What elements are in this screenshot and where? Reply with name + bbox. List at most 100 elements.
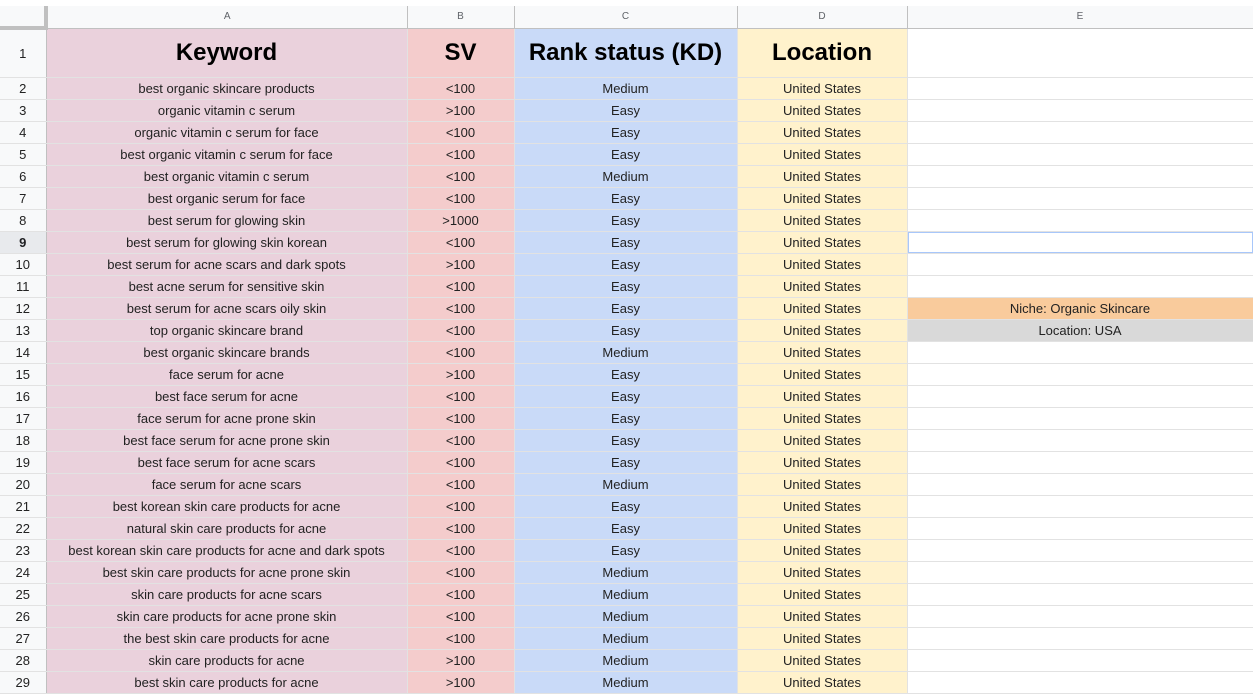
location-cell[interactable]: United States: [737, 649, 908, 672]
row-number[interactable]: 12: [0, 297, 47, 320]
location-cell[interactable]: United States: [737, 121, 908, 144]
row-number[interactable]: 2: [0, 77, 47, 100]
sv-cell[interactable]: <100: [407, 517, 515, 540]
keyword-cell[interactable]: best korean skin care products for acne …: [46, 539, 408, 562]
sv-cell[interactable]: <100: [407, 143, 515, 166]
column-header-c[interactable]: C: [514, 6, 738, 29]
row-number[interactable]: 25: [0, 583, 47, 606]
rank-status-cell[interactable]: Medium: [514, 77, 738, 100]
rank-status-cell[interactable]: Easy: [514, 407, 738, 430]
note-cell[interactable]: [907, 77, 1253, 100]
row-number[interactable]: 13: [0, 319, 47, 342]
location-cell[interactable]: United States: [737, 165, 908, 188]
sv-header-cell[interactable]: SV: [407, 28, 515, 78]
rank-status-cell[interactable]: Easy: [514, 429, 738, 452]
row-number[interactable]: 17: [0, 407, 47, 430]
row-number[interactable]: 16: [0, 385, 47, 408]
sv-cell[interactable]: <100: [407, 319, 515, 342]
note-cell[interactable]: [907, 341, 1253, 364]
row-number[interactable]: 23: [0, 539, 47, 562]
rank-status-cell[interactable]: Easy: [514, 121, 738, 144]
sv-cell[interactable]: <100: [407, 539, 515, 562]
row-number[interactable]: 21: [0, 495, 47, 518]
keyword-cell[interactable]: organic vitamin c serum: [46, 99, 408, 122]
sv-cell[interactable]: <100: [407, 605, 515, 628]
rank-status-cell[interactable]: Medium: [514, 341, 738, 364]
empty-cell[interactable]: [907, 28, 1253, 78]
keyword-cell[interactable]: best korean skin care products for acne: [46, 495, 408, 518]
row-number[interactable]: 11: [0, 275, 47, 298]
sv-cell[interactable]: <100: [407, 121, 515, 144]
sv-cell[interactable]: <100: [407, 231, 515, 254]
note-cell[interactable]: [907, 495, 1253, 518]
keyword-cell[interactable]: best organic skincare brands: [46, 341, 408, 364]
sv-cell[interactable]: >100: [407, 649, 515, 672]
location-cell[interactable]: United States: [737, 671, 908, 694]
row-number[interactable]: 10: [0, 253, 47, 276]
location-cell[interactable]: United States: [737, 209, 908, 232]
row-number[interactable]: 29: [0, 671, 47, 694]
location-cell[interactable]: United States: [737, 319, 908, 342]
sv-cell[interactable]: <100: [407, 583, 515, 606]
sv-cell[interactable]: <100: [407, 297, 515, 320]
rank-status-header-cell[interactable]: Rank status (KD): [514, 28, 738, 78]
row-number[interactable]: 24: [0, 561, 47, 584]
row-number[interactable]: 8: [0, 209, 47, 232]
row-number[interactable]: 4: [0, 121, 47, 144]
note-cell[interactable]: [907, 385, 1253, 408]
note-cell[interactable]: [907, 451, 1253, 474]
rank-status-cell[interactable]: Easy: [514, 297, 738, 320]
row-number[interactable]: 26: [0, 605, 47, 628]
keyword-cell[interactable]: organic vitamin c serum for face: [46, 121, 408, 144]
keyword-cell[interactable]: skin care products for acne: [46, 649, 408, 672]
keyword-cell[interactable]: skin care products for acne prone skin: [46, 605, 408, 628]
location-cell[interactable]: United States: [737, 143, 908, 166]
keyword-cell[interactable]: best organic serum for face: [46, 187, 408, 210]
sv-cell[interactable]: <100: [407, 407, 515, 430]
keyword-cell[interactable]: face serum for acne prone skin: [46, 407, 408, 430]
column-header-d[interactable]: D: [737, 6, 908, 29]
note-cell[interactable]: [907, 209, 1253, 232]
keyword-cell[interactable]: best serum for glowing skin korean: [46, 231, 408, 254]
keyword-cell[interactable]: best face serum for acne scars: [46, 451, 408, 474]
rank-status-cell[interactable]: Easy: [514, 495, 738, 518]
rank-status-cell[interactable]: Easy: [514, 451, 738, 474]
row-number[interactable]: 14: [0, 341, 47, 364]
location-cell[interactable]: United States: [737, 341, 908, 364]
rank-status-cell[interactable]: Medium: [514, 605, 738, 628]
rank-status-cell[interactable]: Easy: [514, 187, 738, 210]
location-cell[interactable]: United States: [737, 451, 908, 474]
row-number[interactable]: 7: [0, 187, 47, 210]
note-cell[interactable]: [907, 583, 1253, 606]
sv-cell[interactable]: <100: [407, 275, 515, 298]
location-cell[interactable]: United States: [737, 253, 908, 276]
row-number[interactable]: 3: [0, 99, 47, 122]
sv-cell[interactable]: >1000: [407, 209, 515, 232]
location-cell[interactable]: United States: [737, 583, 908, 606]
note-cell[interactable]: [907, 231, 1253, 254]
location-cell[interactable]: United States: [737, 187, 908, 210]
location-cell[interactable]: United States: [737, 627, 908, 650]
sv-cell[interactable]: <100: [407, 77, 515, 100]
note-cell[interactable]: [907, 407, 1253, 430]
location-cell[interactable]: United States: [737, 473, 908, 496]
location-cell[interactable]: United States: [737, 297, 908, 320]
rank-status-cell[interactable]: Medium: [514, 561, 738, 584]
note-cell[interactable]: [907, 165, 1253, 188]
column-header-a[interactable]: A: [46, 6, 408, 29]
note-cell[interactable]: [907, 517, 1253, 540]
row-number[interactable]: 18: [0, 429, 47, 452]
note-cell[interactable]: [907, 561, 1253, 584]
keyword-cell[interactable]: best skin care products for acne: [46, 671, 408, 694]
note-cell[interactable]: [907, 275, 1253, 298]
location-header-cell[interactable]: Location: [737, 28, 908, 78]
sv-cell[interactable]: <100: [407, 473, 515, 496]
note-cell[interactable]: [907, 99, 1253, 122]
niche-note-cell[interactable]: Niche: Organic Skincare: [907, 297, 1253, 320]
location-cell[interactable]: United States: [737, 517, 908, 540]
row-number[interactable]: 9: [0, 231, 47, 254]
row-number[interactable]: 15: [0, 363, 47, 386]
note-cell[interactable]: [907, 627, 1253, 650]
sv-cell[interactable]: >100: [407, 363, 515, 386]
location-cell[interactable]: United States: [737, 231, 908, 254]
